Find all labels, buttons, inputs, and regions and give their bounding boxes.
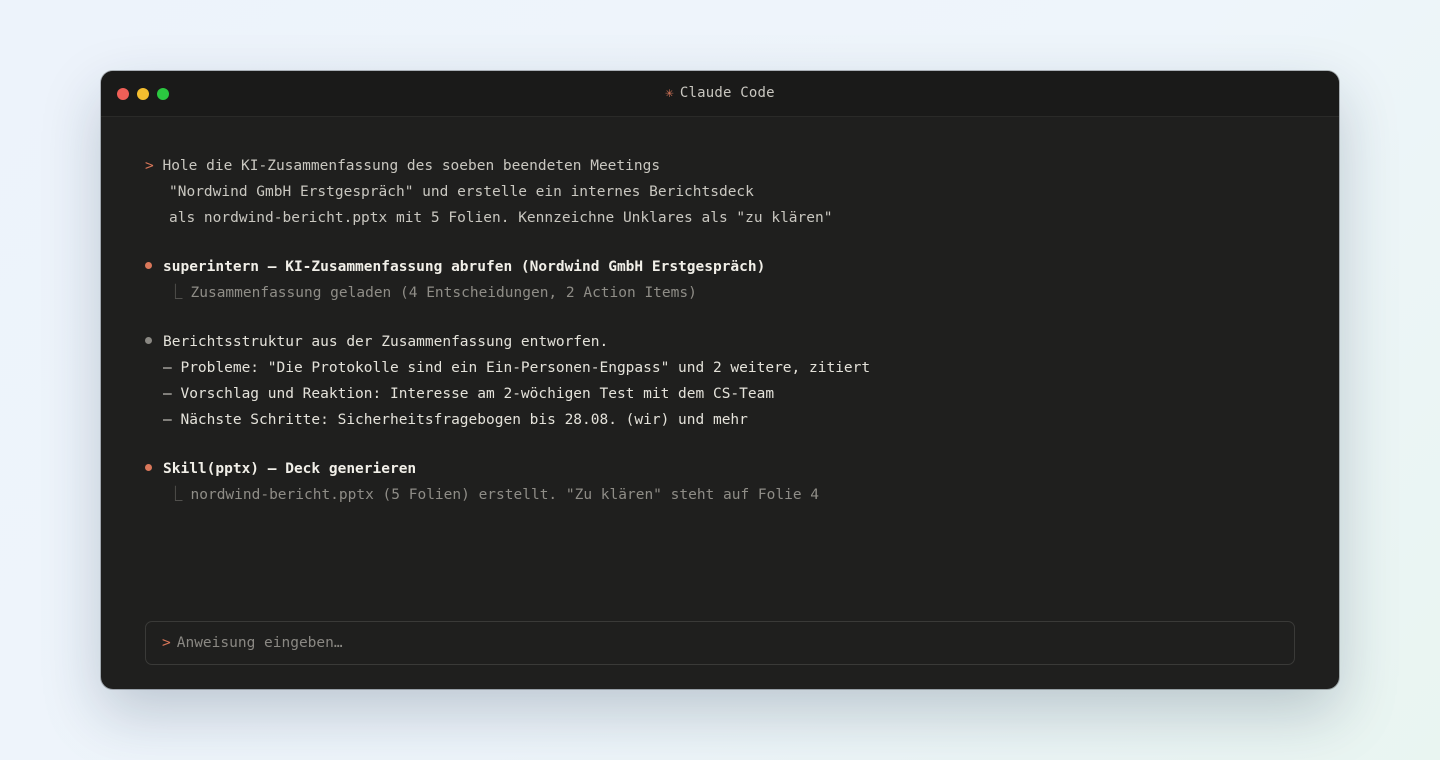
list-item: – Probleme: "Die Protokolle sind ein Ein…: [163, 360, 871, 376]
transcript: > Hole die KI-Zusammenfassung des soeben…: [145, 153, 1299, 531]
tool-status-dot: [145, 262, 152, 269]
assistant-message-text: Berichtsstruktur aus der Zusammenfassung…: [163, 334, 609, 350]
list-item: – Nächste Schritte: Sicherheitsfrageboge…: [163, 412, 748, 428]
tool-call-title: superintern – KI-Zusammenfassung abrufen…: [163, 259, 766, 275]
input-prompt-marker: >: [162, 635, 171, 651]
title-bar: ✳ Claude Code: [101, 71, 1339, 117]
tool-call-title: Skill(pptx) – Deck generieren: [163, 461, 417, 477]
asterisk-icon: ✳: [665, 85, 674, 101]
user-prompt-line-1: Hole die KI-Zusammenfassung des soeben b…: [162, 158, 661, 174]
result-corner-icon: ⎿: [168, 487, 183, 503]
tool-call-result: nordwind-bericht.pptx (5 Folien) erstell…: [190, 487, 820, 503]
user-prompt: > Hole die KI-Zusammenfassung des soeben…: [145, 153, 1299, 231]
terminal-window: ✳ Claude Code > Hole die KI-Zusammenfassu…: [101, 71, 1339, 689]
user-prompt-line-3: als nordwind-bericht.pptx mit 5 Folien. …: [169, 210, 833, 226]
assistant-message: Berichtsstruktur aus der Zusammenfassung…: [145, 329, 1299, 433]
result-corner-icon: ⎿: [168, 285, 183, 301]
tool-call-pptx: Skill(pptx) – Deck generieren ⎿ nordwind-…: [145, 456, 1299, 508]
window-title-text: Claude Code: [679, 85, 775, 101]
input-placeholder: Anweisung eingeben…: [176, 635, 343, 651]
user-prompt-line-2: "Nordwind GmbH Erstgespräch" und erstell…: [169, 184, 754, 200]
tool-call-superintern: superintern – KI-Zusammenfassung abrufen…: [145, 254, 1299, 306]
list-item: – Vorschlag und Reaktion: Interesse am 2…: [163, 386, 775, 402]
tool-status-dot: [145, 464, 152, 471]
tool-call-result: Zusammenfassung geladen (4 Entscheidunge…: [190, 285, 697, 301]
prompt-input[interactable]: > Anweisung eingeben…: [145, 621, 1295, 665]
prompt-marker: >: [145, 158, 154, 174]
message-dot: [145, 337, 152, 344]
window-title: ✳ Claude Code: [101, 85, 1339, 101]
